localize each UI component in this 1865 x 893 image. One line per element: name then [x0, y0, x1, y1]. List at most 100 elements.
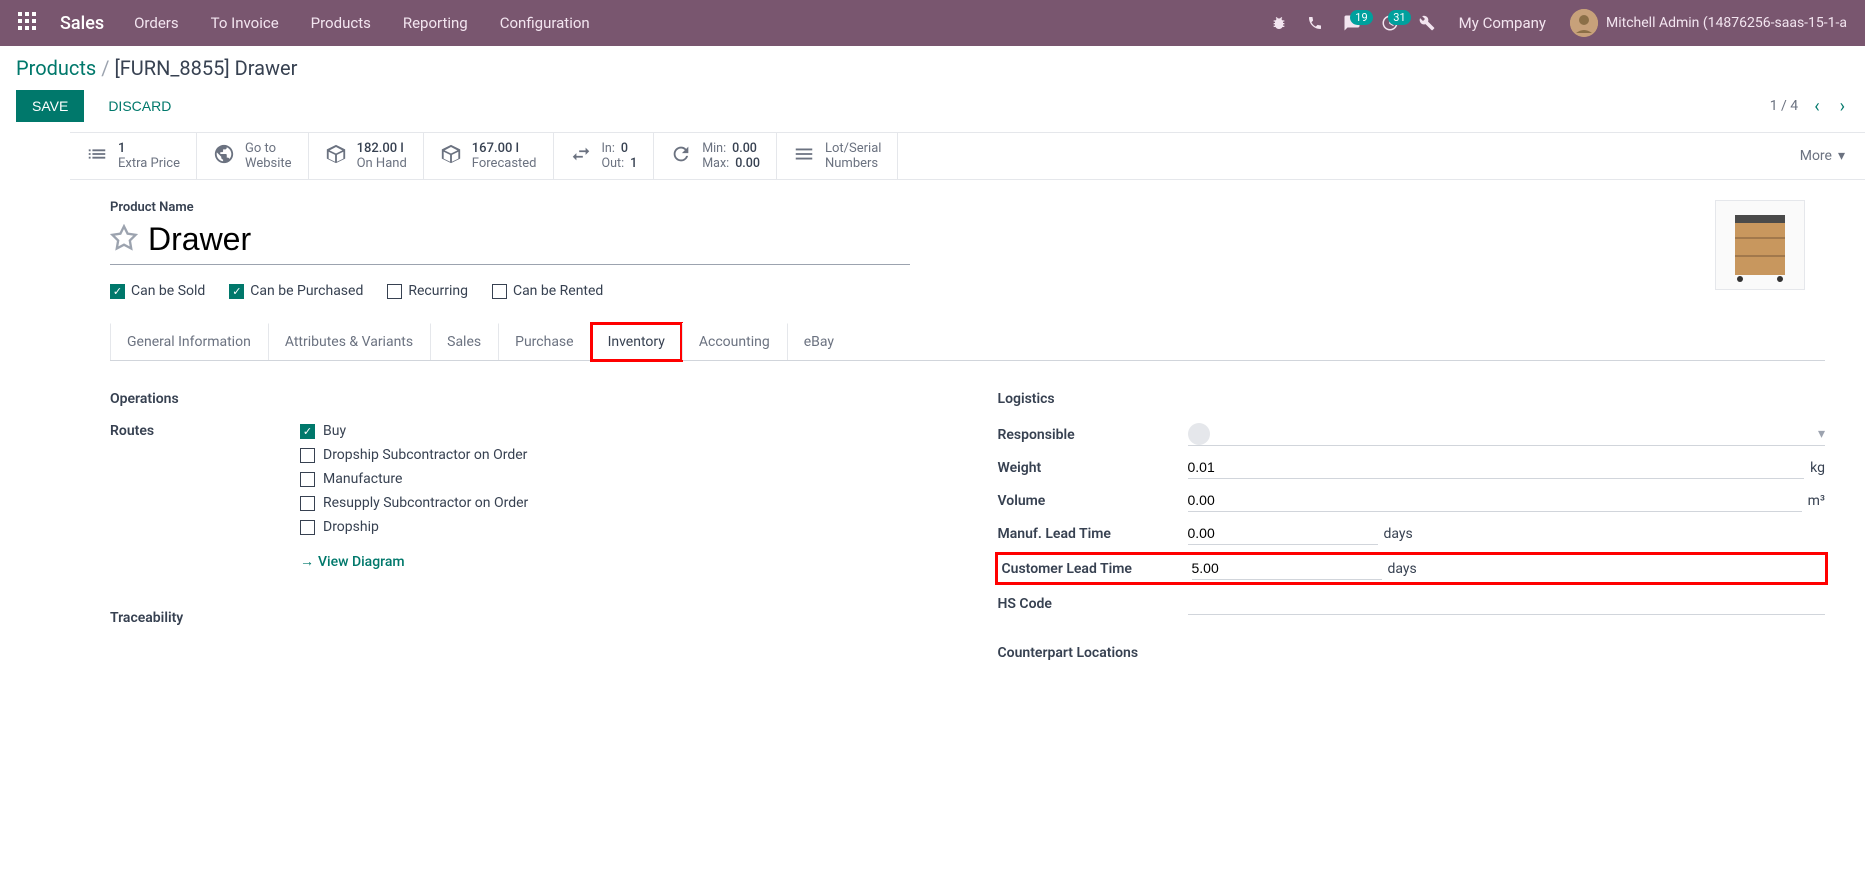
refresh-icon — [670, 143, 692, 170]
boxes-icon — [440, 143, 462, 170]
cust-lead-label: Customer Lead Time — [1002, 561, 1192, 577]
favorite-star-icon[interactable] — [110, 224, 138, 259]
extra-price-number: 1 — [118, 141, 180, 156]
tab-general-information[interactable]: General Information — [110, 323, 268, 360]
nav-to-invoice[interactable]: To Invoice — [195, 14, 295, 32]
lot-label2: Numbers — [825, 156, 881, 171]
manuf-lead-input[interactable] — [1188, 522, 1378, 545]
lot-label1: Lot/Serial — [825, 141, 881, 156]
max-label: Max: — [702, 156, 729, 171]
operations-section: Operations Routes ✓ Buy Dropship Subcont… — [110, 391, 938, 677]
apps-menu-icon[interactable] — [8, 12, 46, 34]
arrow-right-icon: → — [300, 553, 314, 570]
min-val: 0.00 — [732, 141, 757, 156]
counterpart-title: Counterpart Locations — [998, 645, 1826, 661]
logistics-title: Logistics — [998, 391, 1826, 407]
company-selector[interactable]: My Company — [1445, 14, 1560, 32]
out-val: 1 — [630, 156, 637, 171]
weight-label: Weight — [998, 460, 1188, 476]
breadcrumb-row: Products / [FURN_8855] Drawer — [0, 46, 1865, 90]
route-dropship-sub-checkbox[interactable] — [300, 448, 315, 463]
phone-icon[interactable] — [1297, 15, 1333, 31]
can-be-purchased-label: Can be Purchased — [250, 283, 363, 299]
cust-lead-unit: days — [1388, 561, 1417, 577]
stat-lot-serial[interactable]: Lot/Serial Numbers — [777, 133, 898, 179]
stat-on-hand[interactable]: 182.00 l On Hand — [309, 133, 424, 179]
stat-reorder[interactable]: Min:0.00 Max:0.00 — [654, 133, 777, 179]
nav-orders[interactable]: Orders — [118, 14, 195, 32]
operations-title: Operations — [110, 391, 938, 407]
routes-label: Routes — [110, 423, 300, 439]
view-diagram-label: View Diagram — [318, 554, 405, 570]
breadcrumb-root[interactable]: Products — [16, 56, 96, 80]
stat-more-button[interactable]: More ▾ — [1780, 133, 1865, 179]
tab-attributes-variants[interactable]: Attributes & Variants — [268, 323, 430, 360]
messages-icon[interactable]: 19 — [1333, 14, 1371, 32]
logistics-section: Logistics Responsible ▾ Weight kg Volume — [998, 391, 1826, 677]
main-navbar: Sales Orders To Invoice Products Reporti… — [0, 0, 1865, 46]
max-val: 0.00 — [735, 156, 760, 171]
pager-next-icon[interactable]: › — [1836, 96, 1849, 117]
user-name: Mitchell Admin (14876256-saas-15-1-a — [1606, 15, 1847, 31]
nav-products[interactable]: Products — [295, 14, 387, 32]
product-name-input[interactable] — [148, 219, 910, 264]
weight-input[interactable] — [1188, 456, 1805, 479]
view-diagram-link[interactable]: → View Diagram — [300, 553, 528, 570]
hs-code-input[interactable] — [1188, 592, 1826, 615]
can-be-sold-checkbox[interactable]: ✓ — [110, 284, 125, 299]
more-label: More — [1800, 148, 1832, 164]
responsible-label: Responsible — [998, 427, 1188, 443]
activities-badge: 31 — [1388, 10, 1410, 25]
tab-purchase[interactable]: Purchase — [498, 323, 590, 360]
nav-reporting[interactable]: Reporting — [387, 14, 484, 32]
boxes-icon — [325, 143, 347, 170]
caret-down-icon: ▾ — [1838, 148, 1845, 164]
discard-button[interactable]: DISCARD — [92, 90, 187, 122]
route-manufacture-checkbox[interactable] — [300, 472, 315, 487]
route-buy-label: Buy — [323, 423, 346, 439]
save-button[interactable]: SAVE — [16, 90, 84, 122]
volume-label: Volume — [998, 493, 1188, 509]
website-label1: Go to — [245, 141, 292, 156]
forecasted-number: 167.00 l — [472, 141, 537, 156]
tab-ebay[interactable]: eBay — [787, 323, 851, 360]
product-name-label: Product Name — [110, 200, 1695, 215]
stat-forecasted[interactable]: 167.00 l Forecasted — [424, 133, 554, 179]
volume-input[interactable] — [1188, 489, 1802, 512]
responsible-input[interactable] — [1216, 423, 1812, 445]
route-dropship-checkbox[interactable] — [300, 520, 315, 535]
form-area: Product Name ✓ Can be Sold ✓ Can be Purc… — [0, 180, 1865, 697]
pager: 1 / 4 ‹ › — [1770, 96, 1849, 117]
tools-icon[interactable] — [1409, 15, 1445, 31]
product-image[interactable] — [1715, 200, 1805, 290]
can-be-rented-label: Can be Rented — [513, 283, 603, 299]
route-buy-checkbox[interactable]: ✓ — [300, 424, 315, 439]
bug-icon[interactable] — [1261, 15, 1297, 31]
hs-code-label: HS Code — [998, 596, 1188, 612]
nav-configuration[interactable]: Configuration — [484, 14, 606, 32]
website-label2: Website — [245, 156, 292, 171]
stat-transfers[interactable]: In:0 Out:1 — [554, 133, 655, 179]
breadcrumb-current: [FURN_8855] Drawer — [114, 56, 297, 80]
can-be-purchased-checkbox[interactable]: ✓ — [229, 284, 244, 299]
pager-count: 1 / 4 — [1770, 98, 1798, 114]
manuf-lead-unit: days — [1384, 526, 1413, 542]
route-resupply-sub-checkbox[interactable] — [300, 496, 315, 511]
route-dropship-label: Dropship — [323, 519, 379, 535]
on-hand-label: On Hand — [357, 156, 407, 171]
extra-price-label: Extra Price — [118, 156, 180, 171]
pager-prev-icon[interactable]: ‹ — [1810, 96, 1823, 117]
stat-website[interactable]: Go to Website — [197, 133, 309, 179]
app-name[interactable]: Sales — [46, 13, 118, 34]
stat-extra-price[interactable]: 1 Extra Price — [70, 133, 197, 179]
tab-accounting[interactable]: Accounting — [682, 323, 787, 360]
tab-inventory[interactable]: Inventory — [591, 323, 682, 361]
tabs: General Information Attributes & Variant… — [110, 323, 1825, 361]
tab-sales[interactable]: Sales — [430, 323, 498, 360]
recurring-checkbox[interactable] — [387, 284, 402, 299]
cust-lead-input[interactable] — [1192, 557, 1382, 580]
activities-icon[interactable]: 31 — [1371, 14, 1409, 32]
can-be-rented-checkbox[interactable] — [492, 284, 507, 299]
user-menu[interactable]: Mitchell Admin (14876256-saas-15-1-a — [1560, 9, 1857, 37]
dropdown-arrow-icon[interactable]: ▾ — [1818, 426, 1825, 442]
